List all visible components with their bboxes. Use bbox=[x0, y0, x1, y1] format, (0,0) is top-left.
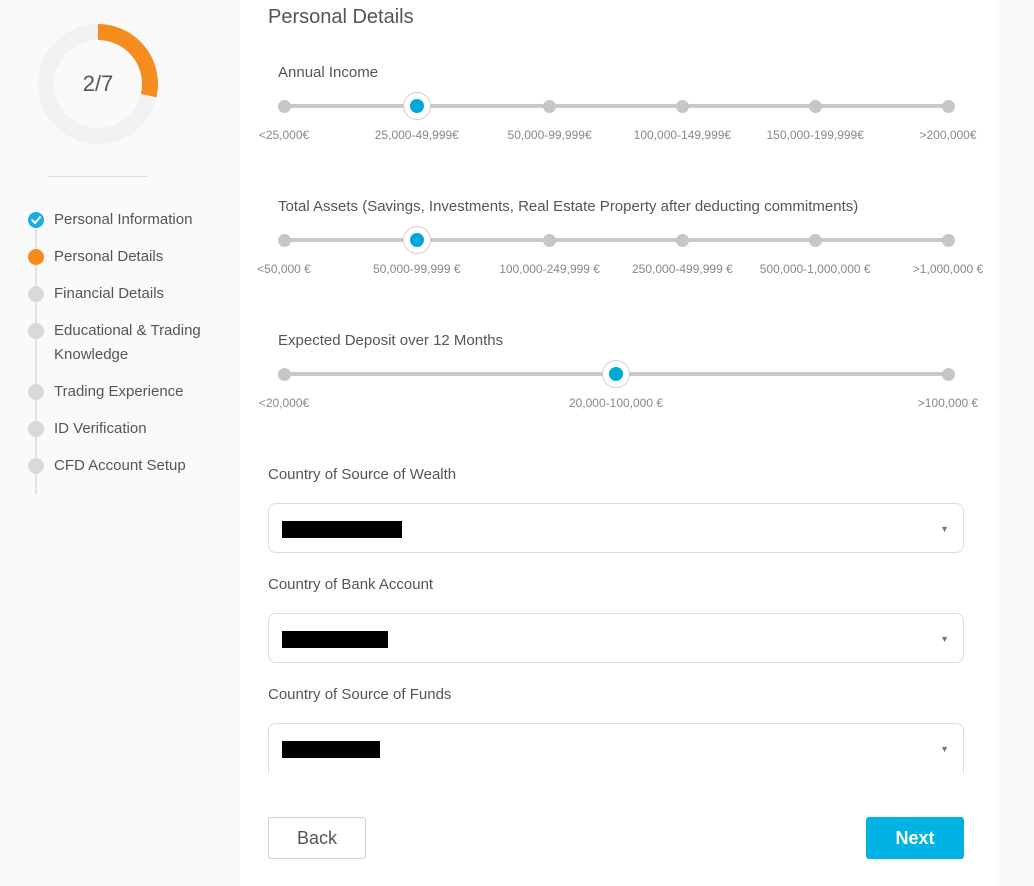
slider-stop[interactable] bbox=[277, 233, 291, 247]
wealth-country-select[interactable]: ▼ bbox=[268, 503, 964, 553]
step-educational-trading-knowledge[interactable]: Educational & Trading Knowledge bbox=[28, 319, 228, 367]
slider-option-label: 150,000-199,999€ bbox=[766, 128, 864, 142]
slider-option-label: >100,000 € bbox=[917, 396, 979, 410]
redacted-value bbox=[282, 521, 402, 538]
caret-down-icon: ▼ bbox=[940, 524, 949, 534]
step-personal-details[interactable]: Personal Details bbox=[28, 245, 228, 269]
slider-handle[interactable] bbox=[602, 360, 630, 388]
step-id-verification[interactable]: ID Verification bbox=[28, 417, 228, 441]
step-label: Educational & Trading Knowledge bbox=[54, 322, 201, 363]
funds-country-select[interactable]: ▼ bbox=[268, 723, 964, 773]
annual-income-label: Annual Income bbox=[278, 64, 379, 81]
slider-option-label: 25,000-49,999€ bbox=[374, 128, 459, 142]
back-button[interactable]: Back bbox=[268, 817, 366, 859]
slider-handle[interactable] bbox=[402, 92, 431, 120]
progress-label: 2/7 bbox=[82, 71, 114, 96]
slider-option-label: >1,000,000 € bbox=[912, 262, 984, 276]
slider-stop[interactable] bbox=[808, 99, 822, 113]
step-trading-experience[interactable]: Trading Experience bbox=[28, 380, 228, 404]
form-panel: Personal Details Annual Income Total Ass… bbox=[240, 0, 996, 886]
slider-option-label: >200,000€ bbox=[919, 128, 977, 142]
step-label: ID Verification bbox=[54, 420, 147, 437]
funds-country-label: Country of Source of Funds bbox=[268, 686, 452, 703]
bank-country-label: Country of Bank Account bbox=[268, 576, 434, 593]
slider-stop[interactable] bbox=[543, 233, 557, 247]
step-label: Financial Details bbox=[54, 285, 165, 302]
total-assets-label: Total Assets (Savings, Investments, Real… bbox=[278, 198, 859, 215]
slider-stop[interactable] bbox=[941, 99, 955, 113]
redacted-value bbox=[282, 631, 388, 648]
wealth-country-label: Country of Source of Wealth bbox=[268, 466, 457, 483]
slider-stop[interactable] bbox=[675, 233, 689, 247]
slider-option-label: 500,000-1,000,000 € bbox=[759, 262, 871, 276]
slider-handle-dot bbox=[409, 99, 424, 113]
slider-stop[interactable] bbox=[808, 233, 822, 247]
step-label: Trading Experience bbox=[54, 383, 184, 400]
step-personal-information[interactable]: Personal Information bbox=[28, 208, 228, 232]
step-label: Personal Details bbox=[54, 248, 164, 265]
slider-option-label: 50,000-99,999€ bbox=[507, 128, 592, 142]
pending-step-dot-icon bbox=[28, 286, 44, 302]
step-label: Personal Information bbox=[54, 211, 193, 228]
bank-country-select[interactable]: ▼ bbox=[268, 613, 964, 663]
caret-down-icon: ▼ bbox=[940, 634, 949, 644]
slider-stop[interactable] bbox=[277, 99, 291, 113]
slider-option-label: 100,000-249,999 € bbox=[499, 262, 600, 276]
slider-option-label: 50,000-99,999 € bbox=[373, 262, 461, 276]
pending-step-dot-icon bbox=[28, 384, 44, 400]
slider-option-label: <20,000€ bbox=[258, 396, 310, 410]
slider-option-label: 20,000-100,000 € bbox=[568, 396, 664, 410]
step-label: CFD Account Setup bbox=[54, 457, 186, 474]
slider-handle[interactable] bbox=[402, 226, 431, 254]
step-sidebar: 2/7 Personal Information Personal Detail… bbox=[0, 0, 240, 886]
caret-down-icon: ▼ bbox=[940, 744, 949, 754]
current-step-dot-icon bbox=[28, 249, 44, 265]
pending-step-dot-icon bbox=[28, 421, 44, 437]
sidebar-divider bbox=[48, 176, 148, 177]
pending-step-dot-icon bbox=[28, 323, 44, 339]
slider-option-label: 250,000-499,999 € bbox=[632, 262, 733, 276]
slider-stop[interactable] bbox=[941, 367, 955, 381]
next-button[interactable]: Next bbox=[866, 817, 964, 859]
slider-stop[interactable] bbox=[941, 233, 955, 247]
page-title: Personal Details bbox=[268, 6, 414, 28]
redacted-value bbox=[282, 741, 380, 758]
slider-handle-dot bbox=[409, 233, 424, 247]
slider-stop[interactable] bbox=[277, 367, 291, 381]
slider-handle-dot bbox=[609, 367, 623, 381]
step-financial-details[interactable]: Financial Details bbox=[28, 282, 228, 306]
pending-step-dot-icon bbox=[28, 458, 44, 474]
slider-track[interactable] bbox=[284, 104, 948, 108]
step-cfd-account-setup[interactable]: CFD Account Setup bbox=[28, 454, 228, 478]
right-gutter bbox=[996, 0, 1034, 886]
slider-track[interactable] bbox=[284, 238, 948, 242]
slider-stop[interactable] bbox=[543, 99, 557, 113]
slider-option-label: 100,000-149,999€ bbox=[633, 128, 732, 142]
expected-deposit-label: Expected Deposit over 12 Months bbox=[278, 332, 504, 349]
slider-option-label: <25,000€ bbox=[258, 128, 310, 142]
slider-option-label: <50,000 € bbox=[257, 262, 311, 276]
slider-stop[interactable] bbox=[675, 99, 689, 113]
check-circle-icon bbox=[28, 212, 44, 228]
